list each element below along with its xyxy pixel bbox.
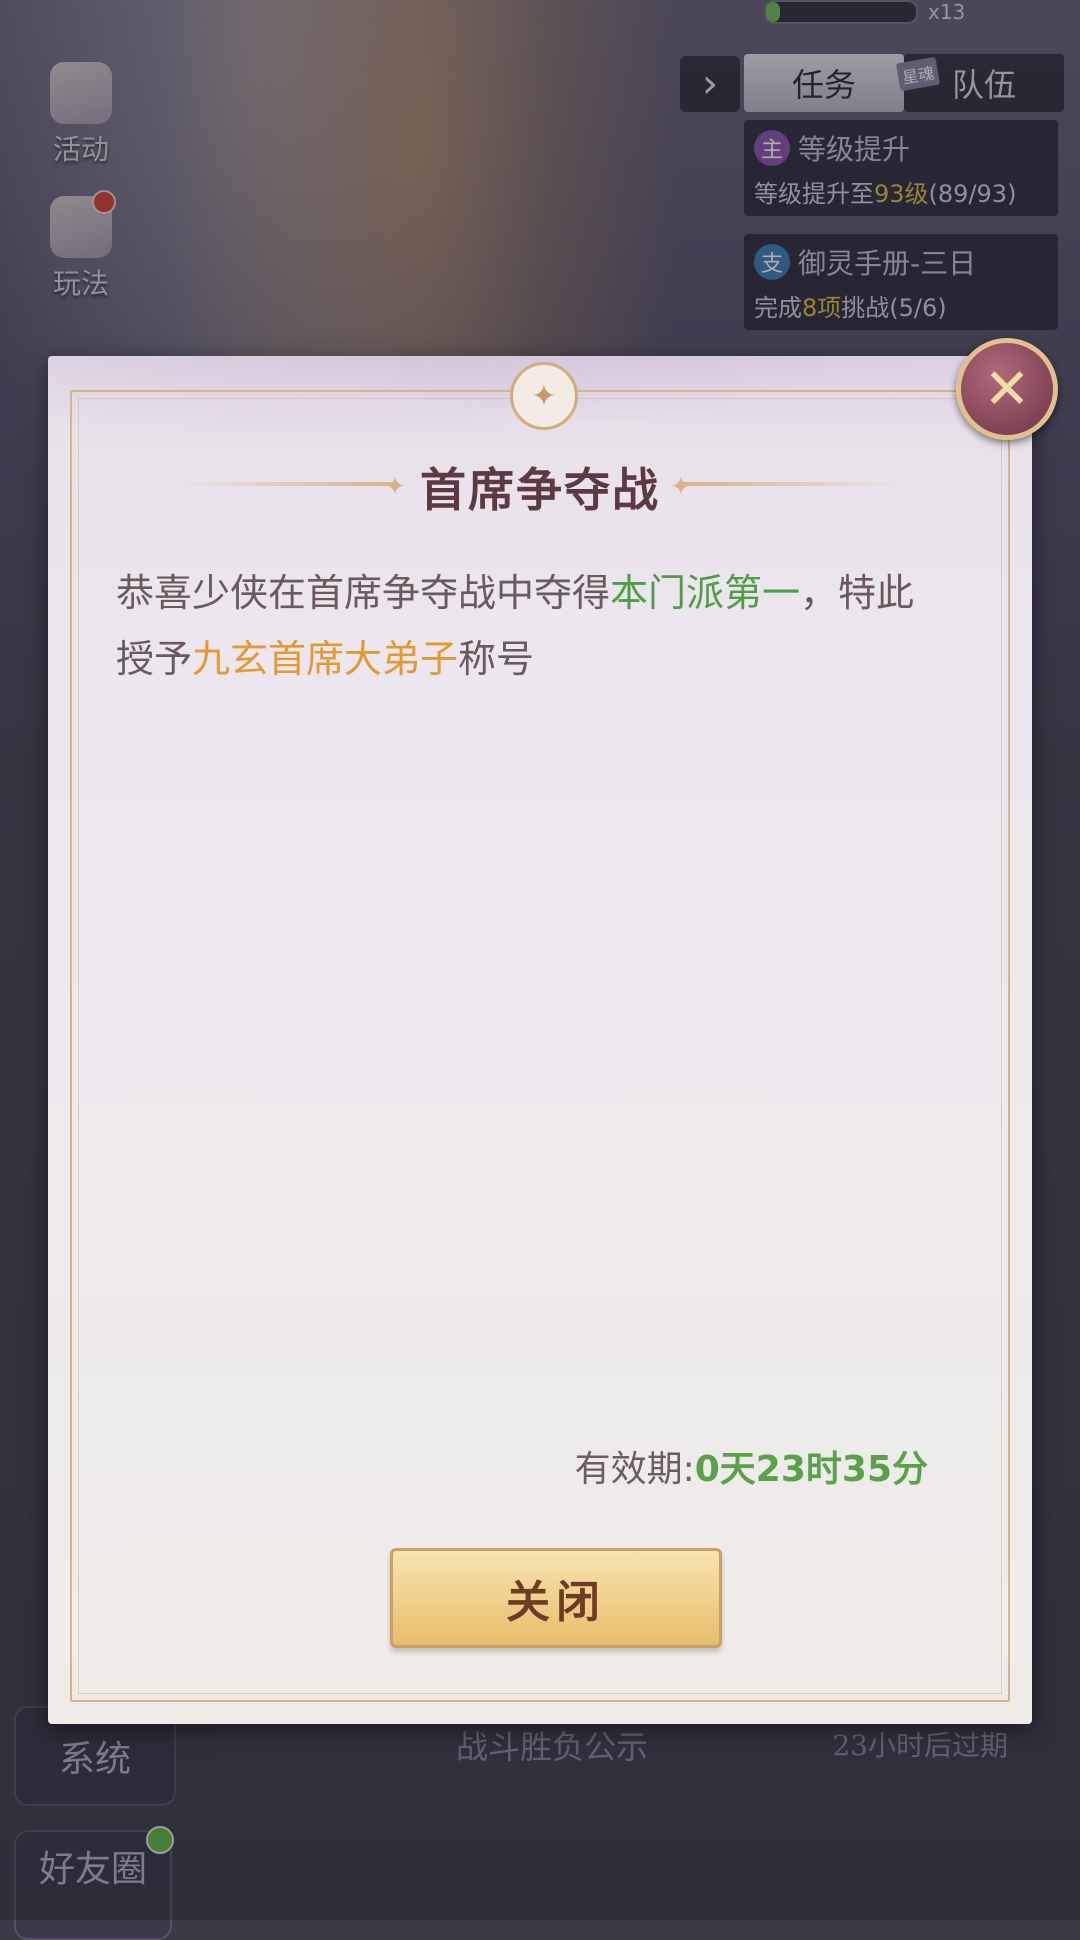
title-award-dialog: ✦ ✦ ✦ 首席争夺战 恭喜少侠在首席争夺战中夺得本门派第一，特此授予九玄首席大… — [48, 356, 1032, 1724]
validity-value: 0天23时35分 — [694, 1449, 928, 1490]
message-text: 恭喜少侠在首席争夺战中夺得 — [116, 571, 611, 615]
dialog-title: 首席争夺战 — [420, 463, 660, 517]
message-text: 称号 — [458, 637, 535, 681]
crescent-star-emblem-icon: ✦ — [510, 362, 578, 430]
close-x-icon[interactable]: ✕ — [956, 338, 1058, 440]
validity-period: 有效期:0天23时35分 — [575, 1440, 928, 1492]
dialog-message: 恭喜少侠在首席争夺战中夺得本门派第一，特此授予九玄首席大弟子称号 — [116, 560, 936, 692]
close-button[interactable]: 关闭 — [390, 1548, 722, 1648]
validity-label: 有效期: — [574, 1449, 695, 1490]
rank-highlight: 本门派第一 — [610, 571, 801, 615]
title-highlight: 九玄首席大弟子 — [192, 637, 459, 681]
